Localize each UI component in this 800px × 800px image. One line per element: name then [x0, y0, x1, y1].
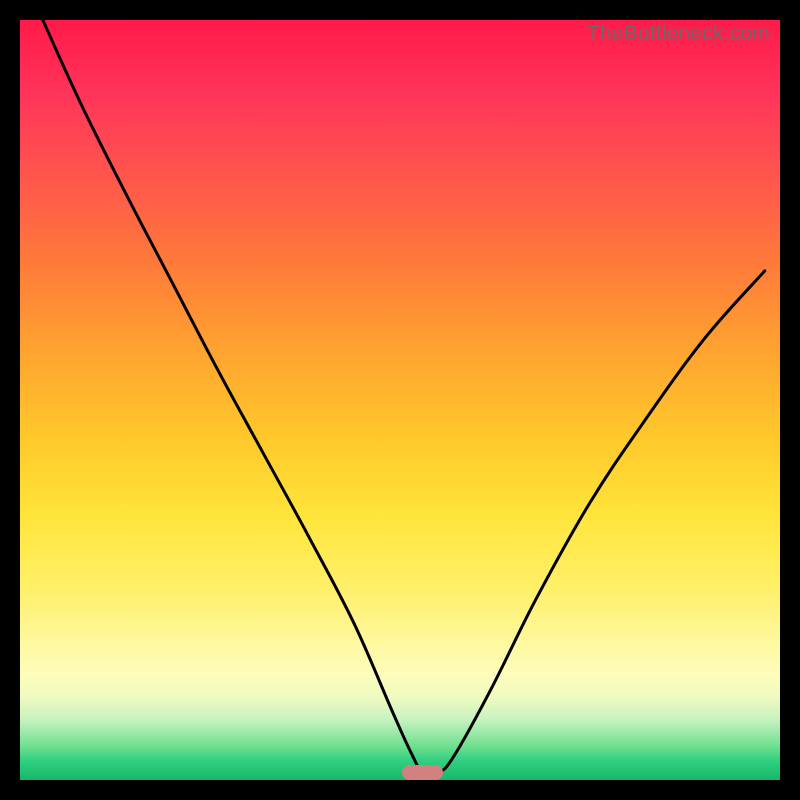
bottleneck-curve-path [43, 20, 765, 775]
chart-svg [20, 20, 780, 780]
plot-area: TheBottleneck.com [20, 20, 780, 780]
optimal-marker [402, 765, 443, 780]
